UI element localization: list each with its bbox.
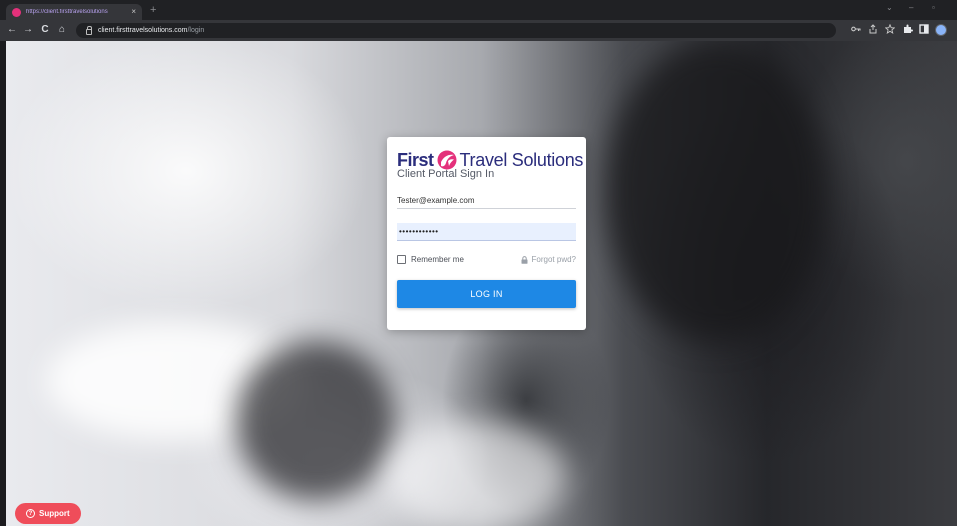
extensions-icon[interactable]: [903, 24, 913, 37]
key-icon[interactable]: [851, 24, 861, 36]
back-button[interactable]: ←: [6, 24, 18, 36]
email-field[interactable]: [397, 192, 576, 209]
address-bar[interactable]: client.firsttravelsolutions.com/login: [76, 23, 836, 38]
new-tab-button[interactable]: +: [150, 4, 156, 16]
tab-close-icon[interactable]: ×: [131, 8, 136, 16]
site-favicon-icon: [12, 7, 21, 17]
secure-lock-icon[interactable]: [86, 25, 92, 35]
help-icon: ?: [26, 509, 35, 518]
browser-tabstrip: https://client.firsttravelsolutions × + …: [0, 0, 957, 20]
background-blur-figure: [606, 41, 826, 341]
support-label[interactable]: Support: [39, 509, 70, 518]
browser-toolbar: ← → C ⌂ client.firsttravelsolutions.com/…: [0, 20, 957, 41]
forward-button[interactable]: →: [22, 24, 34, 36]
profile-avatar[interactable]: [935, 24, 947, 36]
page-subtitle: Client Portal Sign In: [397, 168, 495, 180]
address-url: client.firsttravelsolutions.com/login: [98, 27, 204, 34]
tab-title: https://client.firsttravelsolutions: [26, 9, 108, 15]
login-button[interactable]: LOG IN: [397, 280, 576, 308]
star-icon[interactable]: [884, 23, 896, 37]
brand-swirl-icon: [437, 150, 457, 170]
background-blur-shadow: [236, 341, 396, 501]
maximize-button[interactable]: ▫: [932, 3, 935, 12]
share-icon[interactable]: [868, 24, 878, 37]
browser-tab[interactable]: https://client.firsttravelsolutions ×: [6, 4, 142, 20]
password-field[interactable]: [397, 223, 576, 241]
remember-me-label[interactable]: Remember me: [411, 255, 464, 264]
remember-me-toggle[interactable]: Remember me: [397, 255, 464, 264]
url-path: /login: [187, 27, 205, 34]
support-button[interactable]: ? Support: [15, 503, 81, 524]
tab-search-icon[interactable]: ⌄: [886, 3, 893, 12]
background-blur-light: [386, 421, 566, 526]
home-button[interactable]: ⌂: [56, 24, 68, 36]
login-card: First Travel Solutions Client Portal Sig…: [387, 137, 586, 330]
forgot-password-label[interactable]: Forgot pwd?: [532, 255, 576, 264]
forgot-password-link[interactable]: Forgot pwd?: [521, 255, 576, 264]
minimize-button[interactable]: –: [909, 3, 913, 12]
lock-icon: [521, 255, 528, 264]
sidepanel-icon[interactable]: [919, 24, 929, 37]
reload-button[interactable]: C: [39, 24, 51, 36]
url-host: client.firsttravelsolutions.com: [98, 27, 188, 34]
page-background: First Travel Solutions Client Portal Sig…: [6, 41, 957, 526]
remember-me-checkbox[interactable]: [397, 255, 406, 264]
